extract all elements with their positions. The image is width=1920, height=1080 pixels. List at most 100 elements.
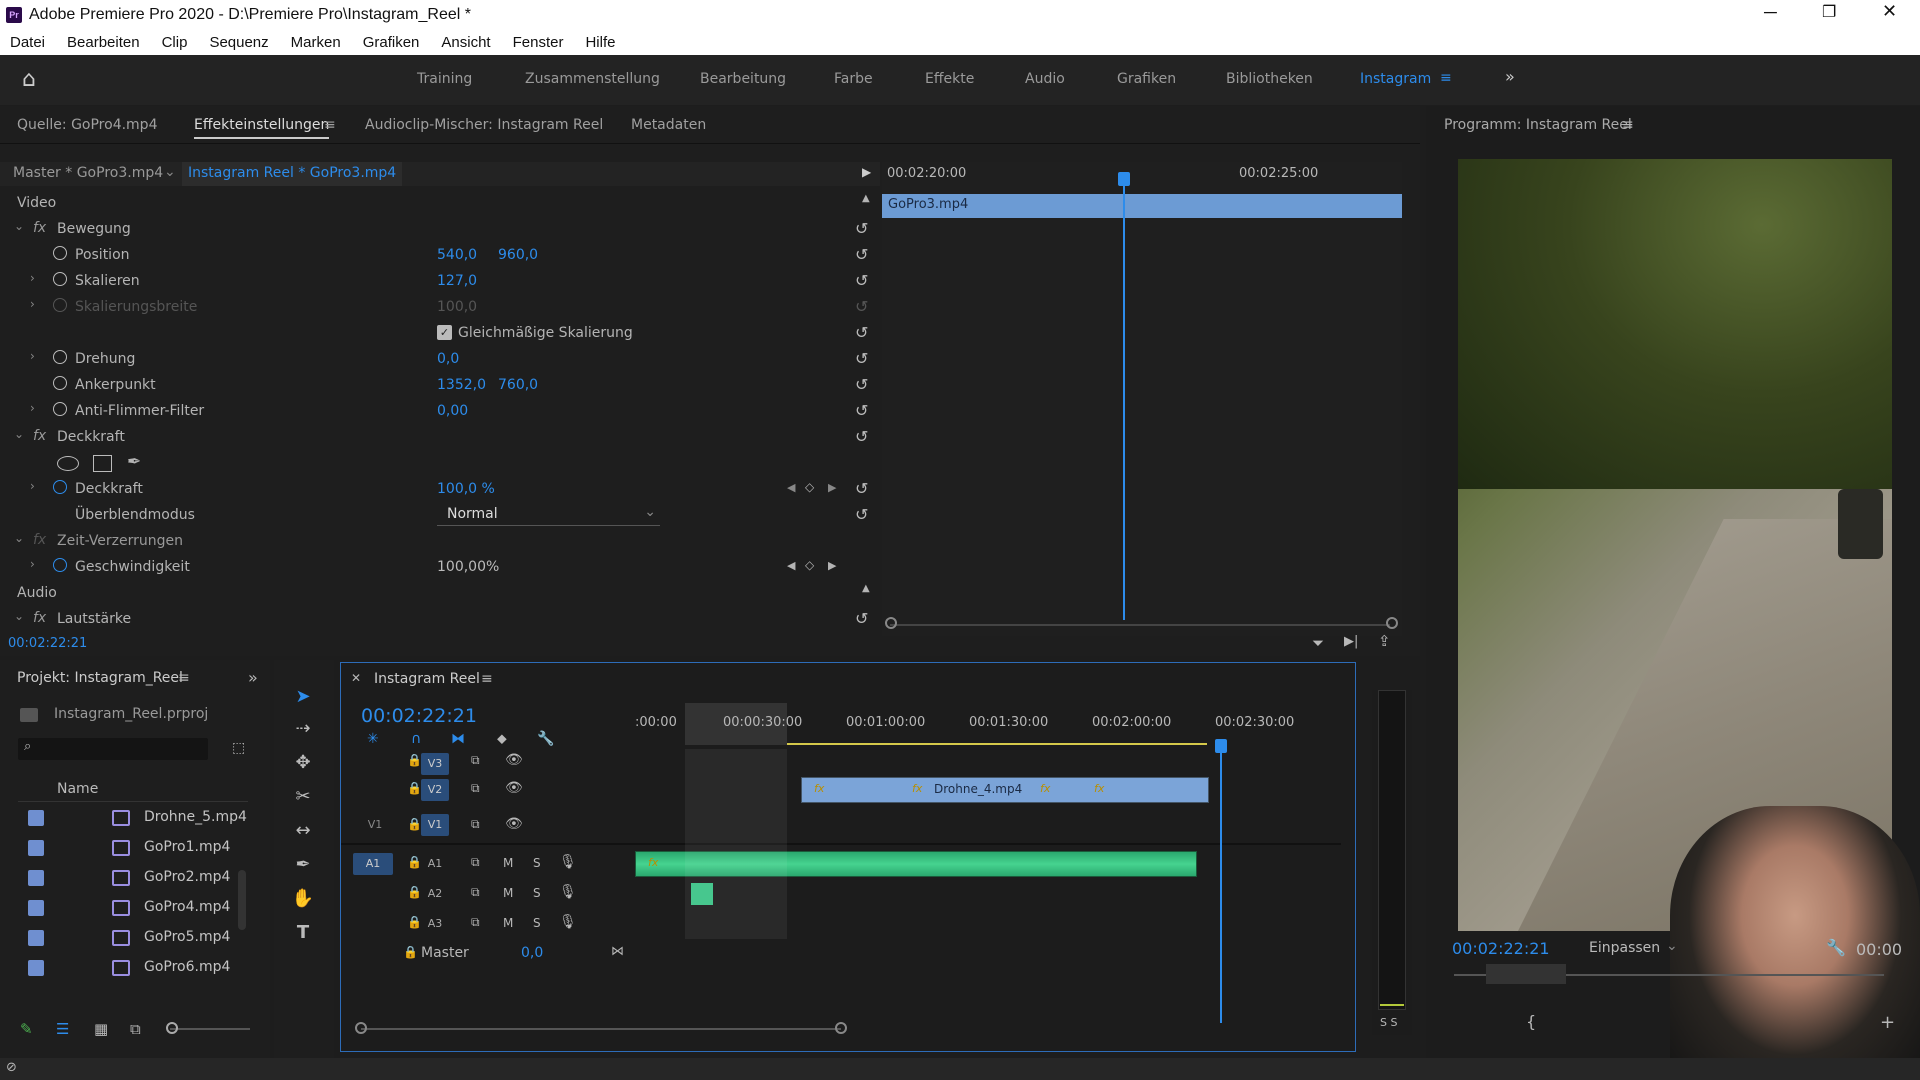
wrench-icon[interactable]: 🔧 bbox=[537, 731, 554, 747]
reset-icon[interactable]: ↺ bbox=[855, 427, 868, 446]
lock-icon[interactable]: 🔒 bbox=[407, 855, 422, 869]
zoom-slider-handle[interactable] bbox=[166, 1022, 178, 1034]
fx-scroll-handle-right[interactable] bbox=[1386, 617, 1398, 629]
type-tool-icon[interactable]: T bbox=[290, 922, 316, 948]
project-menu-icon[interactable]: ≡ bbox=[178, 670, 190, 686]
eye-icon[interactable]: 👁 bbox=[505, 816, 523, 832]
home-icon[interactable]: ⌂ bbox=[22, 67, 36, 92]
fx-scroll-handle-left[interactable] bbox=[885, 617, 897, 629]
reset-icon[interactable]: ↺ bbox=[855, 401, 868, 420]
close-icon[interactable]: ✕ bbox=[1882, 1, 1897, 22]
sync-lock-icon[interactable]: ⧉ bbox=[471, 781, 480, 796]
stopwatch-icon[interactable] bbox=[53, 350, 67, 364]
chevron-right-icon[interactable]: › bbox=[30, 557, 35, 571]
chevron-right-icon[interactable]: › bbox=[30, 479, 35, 493]
timeline-playhead-handle[interactable] bbox=[1215, 739, 1227, 753]
fx-clip-bar[interactable]: GoPro3.mp4 bbox=[882, 194, 1402, 218]
menu-marken[interactable]: Marken bbox=[291, 34, 341, 51]
chevron-right-icon[interactable]: › bbox=[30, 271, 35, 285]
solo-button[interactable]: S bbox=[533, 856, 541, 870]
lock-icon[interactable]: 🔒 bbox=[407, 817, 422, 831]
prev-keyframe-icon[interactable]: ◀ bbox=[787, 481, 795, 494]
nest-icon[interactable]: ✳ bbox=[367, 731, 379, 747]
workspace-farbe[interactable]: Farbe bbox=[834, 71, 873, 87]
position-y-value[interactable]: 960,0 bbox=[498, 247, 538, 263]
volume-group[interactable]: ⌄ fx Lautstärke ↺ bbox=[0, 606, 880, 632]
chevron-right-icon[interactable]: › bbox=[30, 401, 35, 415]
hand-icon[interactable]: ✋ bbox=[290, 888, 316, 914]
solo-button[interactable]: S bbox=[533, 886, 541, 900]
track-target-v2[interactable]: V2 bbox=[421, 779, 449, 801]
reset-icon[interactable]: ↺ bbox=[855, 479, 868, 498]
tab-menu-icon[interactable]: ≡ bbox=[324, 117, 336, 133]
sync-lock-icon[interactable]: ⧉ bbox=[471, 855, 480, 870]
add-keyframe-icon[interactable]: ◇ bbox=[805, 558, 814, 572]
workspace-audio[interactable]: Audio bbox=[1025, 71, 1065, 87]
scale-value[interactable]: 127,0 bbox=[437, 273, 477, 289]
timeline-timecode[interactable]: 00:02:22:21 bbox=[361, 705, 477, 727]
scroll-handle-right[interactable] bbox=[835, 1022, 847, 1034]
lock-icon[interactable]: 🔒 bbox=[407, 915, 422, 929]
mic-icon[interactable]: 🎙 bbox=[559, 854, 577, 870]
more-workspaces-icon[interactable]: » bbox=[1505, 67, 1515, 86]
anchor-x-value[interactable]: 1352,0 bbox=[437, 377, 486, 393]
track-target-a3[interactable]: A3 bbox=[421, 913, 449, 935]
linked-selection-icon[interactable]: ⧓ bbox=[451, 731, 465, 747]
wrench-icon[interactable]: 🔧 bbox=[1826, 938, 1846, 957]
project-search-input[interactable]: ⌕ bbox=[18, 738, 208, 760]
master-value[interactable]: 0,0 bbox=[521, 945, 543, 961]
menu-clip[interactable]: Clip bbox=[162, 34, 188, 51]
reset-icon[interactable]: ↺ bbox=[855, 323, 868, 342]
chevron-down-icon[interactable]: ⌄ bbox=[14, 531, 24, 545]
mute-button[interactable]: M bbox=[503, 886, 513, 900]
next-keyframe-icon[interactable]: ▶ bbox=[828, 481, 836, 494]
menu-fenster[interactable]: Fenster bbox=[513, 34, 564, 51]
tab-metadata[interactable]: Metadaten bbox=[631, 117, 706, 133]
program-menu-icon[interactable]: ≡ bbox=[1622, 117, 1634, 133]
chevron-down-icon[interactable]: ⌄ bbox=[164, 164, 176, 180]
sync-lock-icon[interactable]: ⧉ bbox=[471, 817, 480, 832]
source-a1[interactable]: A1 bbox=[353, 853, 393, 875]
timeline-ruler[interactable]: :00:00 00:00:30:00 00:01:00:00 00:01:30:… bbox=[635, 703, 1335, 745]
list-item[interactable]: GoPro5.mp4 bbox=[18, 924, 248, 954]
rotation-value[interactable]: 0,0 bbox=[437, 351, 459, 367]
filter-icon[interactable]: ⏷ bbox=[1312, 634, 1324, 652]
chevron-down-icon[interactable]: ⌄ bbox=[14, 609, 24, 623]
reset-icon[interactable]: ↺ bbox=[855, 375, 868, 394]
list-item[interactable]: Drohne_5.mp4 bbox=[18, 804, 248, 834]
ripple-edit-icon[interactable]: ✥ bbox=[290, 752, 316, 778]
chevron-down-icon[interactable]: ⌄ bbox=[1666, 938, 1678, 954]
freeform-view-icon[interactable]: ⧉ bbox=[130, 1020, 141, 1038]
mute-button[interactable]: M bbox=[503, 856, 513, 870]
list-view-icon[interactable]: ☰ bbox=[56, 1020, 69, 1038]
workspace-grafiken[interactable]: Grafiken bbox=[1117, 71, 1176, 87]
minimize-icon[interactable]: ─ bbox=[1764, 2, 1777, 23]
export-icon[interactable]: ⇪ bbox=[1378, 632, 1391, 650]
anchor-y-value[interactable]: 760,0 bbox=[498, 377, 538, 393]
stopwatch-icon[interactable] bbox=[53, 376, 67, 390]
sequence-clip-label[interactable]: Instagram Reel * GoPro3.mp4 bbox=[182, 162, 403, 186]
close-icon[interactable]: ✕ bbox=[351, 671, 361, 685]
workspace-zusammenstellung[interactable]: Zusammenstellung bbox=[525, 71, 660, 87]
list-item[interactable]: GoPro2.mp4 bbox=[18, 864, 248, 894]
pencil-icon[interactable]: ✎ bbox=[20, 1020, 33, 1038]
play-only-icon[interactable]: ▶ bbox=[862, 165, 871, 179]
razor-icon[interactable]: ✂ bbox=[290, 786, 316, 812]
restore-icon[interactable]: ❐ bbox=[1822, 2, 1836, 22]
snap-icon[interactable]: ∩ bbox=[411, 731, 421, 747]
column-name[interactable]: Name bbox=[57, 781, 98, 797]
mute-button[interactable]: M bbox=[503, 916, 513, 930]
rectangle-mask-icon[interactable] bbox=[93, 455, 112, 472]
time-remap-group[interactable]: ⌄ fx Zeit-Verzerrungen bbox=[0, 528, 880, 554]
ripple-icon[interactable]: ▶| bbox=[1344, 634, 1358, 649]
mic-icon[interactable]: 🎙 bbox=[559, 884, 577, 900]
fx-playhead[interactable] bbox=[1123, 172, 1125, 620]
reset-icon[interactable]: ↺ bbox=[855, 219, 868, 238]
opacity-value[interactable]: 100,0 % bbox=[437, 481, 495, 497]
add-icon[interactable]: + bbox=[1880, 1012, 1895, 1033]
timeline-menu-icon[interactable]: ≡ bbox=[481, 671, 493, 687]
uniform-scale-checkbox[interactable]: ✓ bbox=[437, 325, 452, 340]
add-keyframe-icon[interactable]: ◇ bbox=[805, 480, 814, 494]
reset-icon[interactable]: ↺ bbox=[855, 271, 868, 290]
sync-lock-icon[interactable]: ⧉ bbox=[471, 753, 480, 768]
